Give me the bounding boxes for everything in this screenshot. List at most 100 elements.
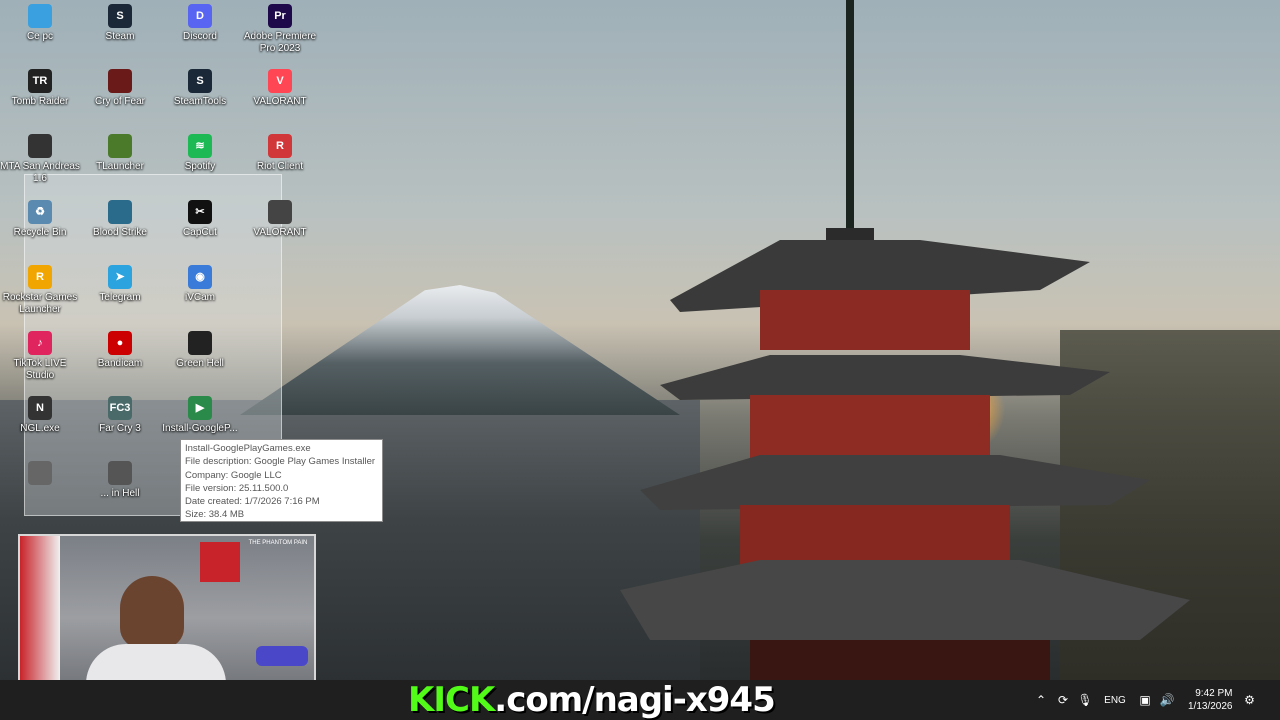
network-icon[interactable]: ▣ <box>1134 693 1156 707</box>
desktop-icon-label: TikTok LIVE Studio <box>13 358 67 381</box>
desktop-icon[interactable]: Cry of Fear <box>80 65 160 108</box>
clock[interactable]: 9:42 PM 1/13/2026 <box>1188 687 1233 713</box>
tooltip-filename: Install-GooglePlayGames.exe <box>185 443 311 454</box>
app-icon: R <box>268 134 292 158</box>
desktop-icon[interactable]: ● Bandicam <box>80 327 160 370</box>
kick-overlay-text: KICK.com/nagi-x945 <box>408 680 776 720</box>
app-icon <box>108 200 132 224</box>
desktop-icon[interactable]: R Riot Client <box>240 130 320 173</box>
desktop-icon-label: Telegram <box>99 292 141 303</box>
file-tooltip: Install-GooglePlayGames.exe File descrip… <box>180 439 383 522</box>
desktop-icon-label: Tomb Raider <box>11 96 69 107</box>
desktop-icon[interactable]: Pr Adobe Premiere Pro 2023 <box>240 0 320 55</box>
desktop-icon-label: Recycle Bin <box>13 227 67 238</box>
app-icon: ≋ <box>188 134 212 158</box>
app-icon: R <box>28 265 52 289</box>
desktop-icon[interactable]: TLauncher <box>80 130 160 173</box>
app-icon: ♪ <box>28 331 52 355</box>
desktop-icon-label: Adobe Premiere Pro 2023 <box>243 31 317 54</box>
tooltip-description: File description: Google Play Games Inst… <box>185 456 376 468</box>
desktop-icon[interactable]: VALORANT <box>240 196 320 239</box>
app-icon: Pr <box>268 4 292 28</box>
desktop-icon[interactable]: S SteamTools <box>160 65 240 108</box>
tooltip-size: Size: 38.4 MB <box>185 509 245 521</box>
app-icon: N <box>28 396 52 420</box>
app-icon: ♻ <box>28 200 52 224</box>
desktop-icon[interactable]: D Discord <box>160 0 240 43</box>
app-icon: ▶ <box>188 396 212 420</box>
desktop-icon-label: Bandicam <box>97 358 143 369</box>
desktop-icon-label: SteamTools <box>173 96 227 107</box>
desktop-icon[interactable]: ➤ Telegram <box>80 261 160 304</box>
app-icon: FC3 <box>108 396 132 420</box>
webcam-red-cloth <box>200 542 240 582</box>
webcam-jersey <box>20 536 60 700</box>
system-tray: ⌃ ⟳ 🎙 ENG ▣ 🔊 9:42 PM 1/13/2026 ⚙ <box>1030 680 1261 720</box>
tooltip-date: Date created: 1/7/2026 7:16 PM <box>185 496 320 508</box>
desktop-icon-label: Ce pc <box>26 31 54 42</box>
app-icon <box>108 69 132 93</box>
desktop-icon-label: Far Cry 3 <box>99 423 141 434</box>
desktop-icon[interactable]: ♪ TikTok LIVE Studio <box>0 327 80 382</box>
desktop-icon[interactable]: R Rockstar Games Launcher <box>0 261 80 316</box>
webcam-overlay: THE PHANTOM PAIN <box>18 534 316 702</box>
app-icon <box>28 4 52 28</box>
desktop-icon[interactable]: ... in Hell <box>80 457 160 500</box>
webcam-person-head <box>120 576 184 648</box>
desktop-icon[interactable]: ≋ Spotify <box>160 130 240 173</box>
tooltip-version: File version: 25.11.500.0 <box>185 482 289 494</box>
desktop-icon-label: NGL.exe <box>20 423 60 434</box>
app-icon <box>108 134 132 158</box>
desktop-icon[interactable]: V VALORANT <box>240 65 320 108</box>
wallpaper-mountain <box>240 285 680 415</box>
desktop-icon[interactable]: ◉ iVCam <box>160 261 240 304</box>
app-icon: S <box>108 4 132 28</box>
desktop-icon[interactable]: FC3 Far Cry 3 <box>80 392 160 435</box>
desktop-icon-label: Blood Strike <box>93 227 147 238</box>
desktop-icon[interactable]: Blood Strike <box>80 196 160 239</box>
desktop-icon[interactable]: Ce pc <box>0 0 80 43</box>
webcam-banner: THE PHANTOM PAIN <box>248 540 308 546</box>
desktop-icon[interactable]: ♻ Recycle Bin <box>0 196 80 239</box>
desktop-icon-label: VALORANT <box>253 96 307 107</box>
desktop-icon[interactable]: TR Tomb Raider <box>0 65 80 108</box>
notifications-icon[interactable]: ⚙ <box>1239 693 1261 707</box>
desktop-icon[interactable] <box>0 457 80 488</box>
app-icon: ● <box>108 331 132 355</box>
webcam-device <box>256 646 308 666</box>
desktop-icon[interactable]: ✂ CapCut <box>160 196 240 239</box>
app-icon: V <box>268 69 292 93</box>
app-icon: ➤ <box>108 265 132 289</box>
wallpaper-pagoda <box>620 0 1190 700</box>
chevron-up-icon[interactable]: ⌃ <box>1030 693 1052 707</box>
volume-icon[interactable]: 🔊 <box>1156 693 1178 707</box>
desktop-icon[interactable]: ▶ Install-GoogleP... <box>160 392 240 435</box>
app-icon <box>188 331 212 355</box>
sync-icon[interactable]: ⟳ <box>1052 693 1074 707</box>
desktop-icon-label: Discord <box>183 31 217 42</box>
app-icon: ◉ <box>188 265 212 289</box>
desktop-icon-label: Rockstar Games Launcher <box>2 292 78 315</box>
desktop-icon-label: TLauncher <box>96 161 144 172</box>
clock-time: 9:42 PM <box>1195 688 1233 699</box>
app-icon <box>108 461 132 485</box>
app-icon <box>28 461 52 485</box>
app-icon: ✂ <box>188 200 212 224</box>
desktop-icon[interactable]: S Steam <box>80 0 160 43</box>
desktop-icon-label: CapCut <box>183 227 217 238</box>
kick-brand: KICK <box>408 680 495 720</box>
desktop-icon-label: MTA San Andreas 1.6 <box>0 161 80 184</box>
microphone-icon[interactable]: 🎙 <box>1074 693 1096 707</box>
desktop-icon[interactable]: Green Hell <box>160 327 240 370</box>
app-icon <box>268 200 292 224</box>
desktop-icon-label: Green Hell <box>176 358 224 369</box>
desktop-icon-label: Steam <box>105 31 135 42</box>
desktop-icon[interactable]: MTA San Andreas 1.6 <box>0 130 80 185</box>
desktop-icon-label: Spotify <box>184 161 216 172</box>
desktop-icon-label: Install-GoogleP... <box>162 423 238 434</box>
desktop-icon-label: Cry of Fear <box>94 96 145 107</box>
language-indicator[interactable]: ENG <box>1096 695 1134 706</box>
app-icon: S <box>188 69 212 93</box>
desktop-icon[interactable]: N NGL.exe <box>0 392 80 435</box>
desktop-icon-label: ... in Hell <box>100 488 140 499</box>
